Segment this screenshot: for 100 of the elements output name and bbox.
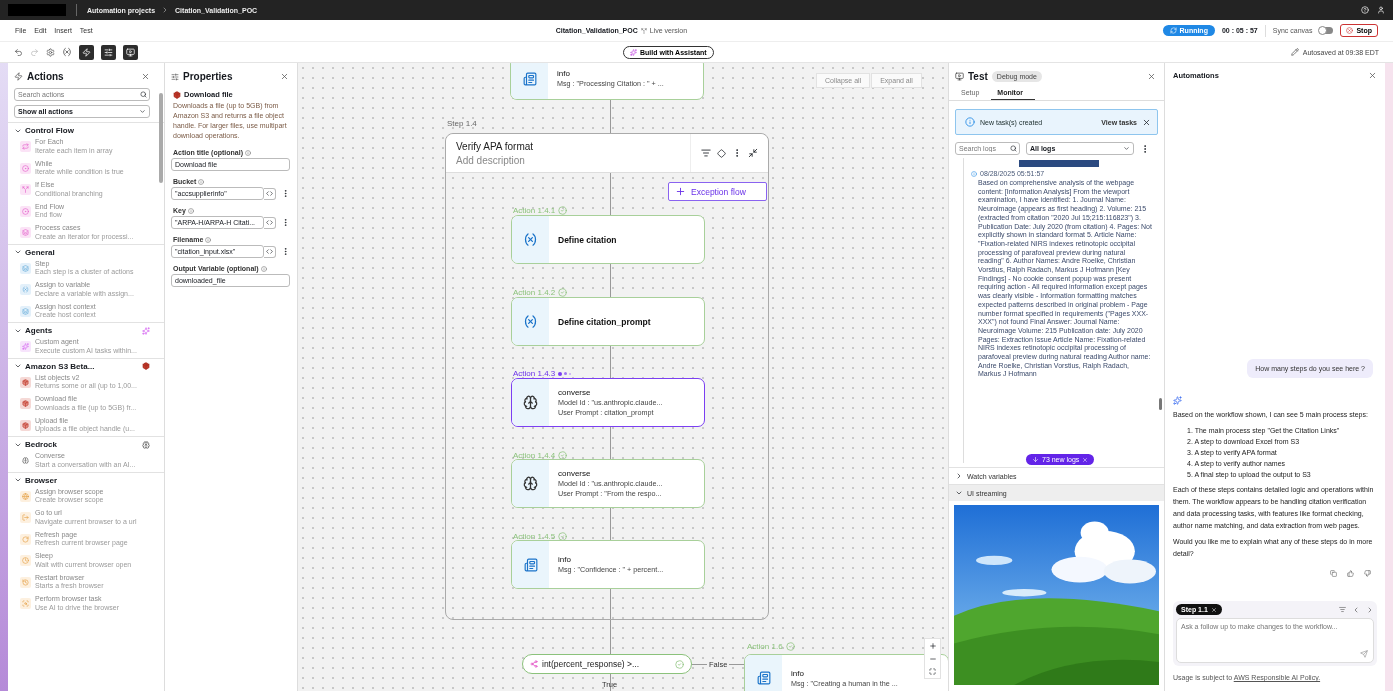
chevron-icon: [1123, 145, 1130, 152]
bucket-icon: [142, 362, 150, 370]
close-icon[interactable]: [1142, 117, 1151, 127]
action-icon: [22, 186, 29, 194]
fit-icon[interactable]: [929, 668, 936, 675]
panel-toggle-button[interactable]: [79, 44, 94, 60]
close-icon[interactable]: [1147, 72, 1156, 81]
thumbs-up-icon[interactable]: [1347, 570, 1354, 577]
copy-icon[interactable]: [1330, 570, 1337, 577]
settings-icon[interactable]: [46, 47, 55, 57]
info-icon[interactable]: [205, 236, 212, 243]
info-icon: [965, 117, 975, 127]
lightning-icon: [14, 72, 23, 81]
list-icon[interactable]: [1339, 605, 1346, 613]
exception-flow-button[interactable]: Exception flow: [668, 182, 767, 201]
section-header[interactable]: Browser: [8, 471, 164, 486]
user-icon[interactable]: [1377, 6, 1385, 14]
action-icon: [22, 600, 29, 608]
action-icon: [22, 229, 29, 237]
node-title: info: [558, 555, 572, 564]
sparkle-icon: [22, 343, 29, 351]
previous-icon[interactable]: [1352, 605, 1360, 614]
action-icon: [22, 557, 29, 565]
panel-title: Test: [968, 71, 988, 82]
node-title: converse: [558, 469, 592, 478]
next-icon[interactable]: [1366, 605, 1374, 614]
more-icon[interactable]: [281, 189, 290, 198]
info-icon[interactable]: [260, 265, 267, 272]
info-icon: [971, 170, 977, 177]
code-button[interactable]: [264, 216, 276, 229]
more-icon[interactable]: [281, 247, 290, 256]
action-icon: [22, 264, 29, 272]
refresh-icon: [1169, 27, 1177, 34]
action-icon: [22, 492, 29, 500]
sparkle-icon: [142, 326, 150, 335]
bucket-icon: [22, 378, 29, 386]
monitor-icon: [955, 72, 964, 81]
sync-toggle[interactable]: [1319, 27, 1334, 34]
more-icon[interactable]: [281, 218, 290, 227]
code-button[interactable]: [264, 187, 276, 200]
node-title: Define citation_prompt: [558, 316, 651, 327]
collapse-icon[interactable]: [748, 148, 758, 158]
close-icon: [1082, 456, 1089, 463]
action-icon: [22, 143, 29, 151]
section-title: Amazon S3 Beta...: [25, 361, 95, 371]
help-icon[interactable]: [1361, 6, 1369, 14]
undo-icon[interactable]: [14, 47, 23, 57]
document-icon: [523, 557, 538, 572]
bucket-icon: [173, 90, 181, 99]
section-header[interactable]: General: [8, 243, 164, 258]
arrow-down-icon: [1032, 456, 1039, 463]
section-header[interactable]: Amazon S3 Beta...: [8, 357, 164, 372]
zoom-out-icon[interactable]: [928, 655, 937, 663]
info-icon[interactable]: [198, 178, 205, 185]
list-icon[interactable]: [701, 148, 711, 158]
sparkle-icon: [630, 48, 637, 56]
diamond-icon[interactable]: [717, 148, 726, 158]
step-label: Step 1.4: [447, 119, 477, 128]
info-icon[interactable]: [187, 207, 194, 214]
info-icon[interactable]: [245, 149, 251, 156]
section-header[interactable]: Agents: [8, 322, 164, 336]
branch-icon: [530, 660, 538, 668]
close-icon[interactable]: [280, 72, 289, 81]
close-icon[interactable]: [1368, 71, 1377, 80]
thumbs-down-icon[interactable]: [1364, 570, 1371, 577]
action-node[interactable]: Define citation_prompt: [511, 297, 705, 346]
panel-title: Actions: [27, 71, 64, 82]
section-title: Bedrock: [25, 440, 57, 449]
action-label: Action 1.4.2: [513, 288, 556, 297]
step-title: Verify APA format: [456, 140, 534, 152]
send-icon[interactable]: [1360, 650, 1368, 658]
action-icon: [22, 207, 29, 215]
condition-node[interactable]: int(percent_response) >...: [522, 654, 692, 674]
zoom-in-icon[interactable]: [928, 642, 937, 650]
node-title: converse: [558, 388, 592, 397]
action-icon: [22, 514, 29, 522]
variable-icon[interactable]: [62, 47, 72, 57]
code-icon: [266, 190, 273, 197]
scrollbar[interactable]: [159, 93, 163, 183]
panel-title: Properties: [183, 71, 233, 82]
code-button[interactable]: [264, 245, 276, 258]
panel-toggle-button[interactable]: [101, 44, 116, 60]
panel-toggle-button[interactable]: [123, 44, 138, 60]
step-description[interactable]: Add description: [456, 154, 534, 166]
action-icon: [22, 286, 29, 294]
scrollbar[interactable]: [1159, 398, 1162, 410]
section-title: Browser: [25, 475, 57, 485]
close-icon: [1210, 606, 1217, 613]
sliders-icon: [104, 47, 113, 57]
search-icon: [140, 91, 147, 98]
close-icon[interactable]: [141, 72, 150, 81]
lightning-icon: [82, 47, 91, 57]
sliders-icon: [171, 72, 179, 81]
action-node[interactable]: Define citation: [511, 215, 705, 264]
section-header[interactable]: Bedrock: [8, 436, 164, 450]
code-icon: [266, 219, 273, 226]
variable-icon: [523, 314, 538, 329]
section-title: Agents: [25, 326, 53, 335]
plus-icon: [675, 186, 686, 197]
node-title: info: [791, 668, 805, 678]
